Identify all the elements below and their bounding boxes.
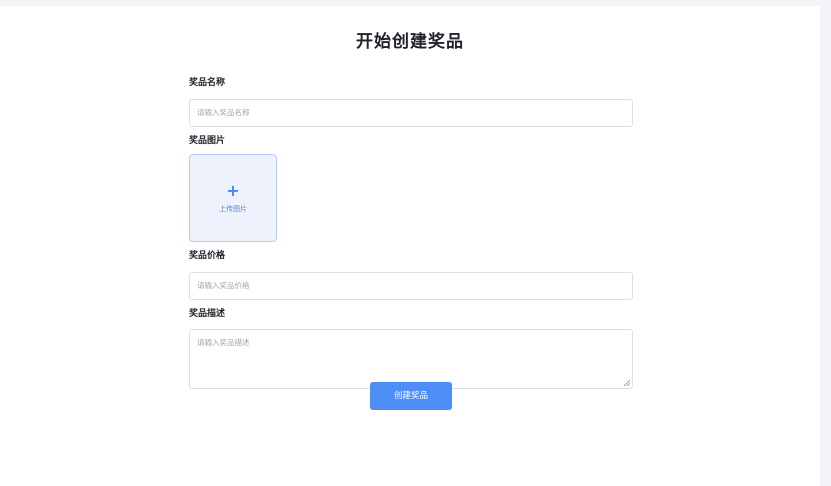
upload-image-button[interactable]: + 上传图片 [189, 154, 277, 242]
prize-description-textarea[interactable]: 请输入奖品描述 [189, 329, 633, 389]
create-prize-form: 奖品名称 请输入奖品名称 奖品图片 + 上传图片 奖品价格 请输入奖品价格 奖品… [189, 76, 633, 410]
prize-price-input[interactable]: 请输入奖品价格 [189, 272, 633, 300]
prize-price-label: 奖品价格 [189, 251, 226, 261]
page-container: 开始创建奖品 奖品名称 请输入奖品名称 奖品图片 + 上传图片 奖品价格 请输入… [0, 6, 820, 486]
prize-name-label: 奖品名称 [189, 78, 226, 88]
prize-image-label: 奖品图片 [189, 136, 226, 146]
prize-description-placeholder: 请输入奖品描述 [197, 338, 250, 347]
prize-name-input[interactable]: 请输入奖品名称 [189, 99, 633, 127]
upload-image-text: 上传图片 [219, 204, 247, 213]
resize-grip-icon[interactable] [624, 380, 630, 386]
prize-description-label: 奖品描述 [189, 309, 226, 319]
page-title: 开始创建奖品 [356, 32, 464, 52]
plus-icon: + [226, 180, 240, 200]
create-prize-button[interactable]: 创建奖品 [370, 382, 452, 410]
